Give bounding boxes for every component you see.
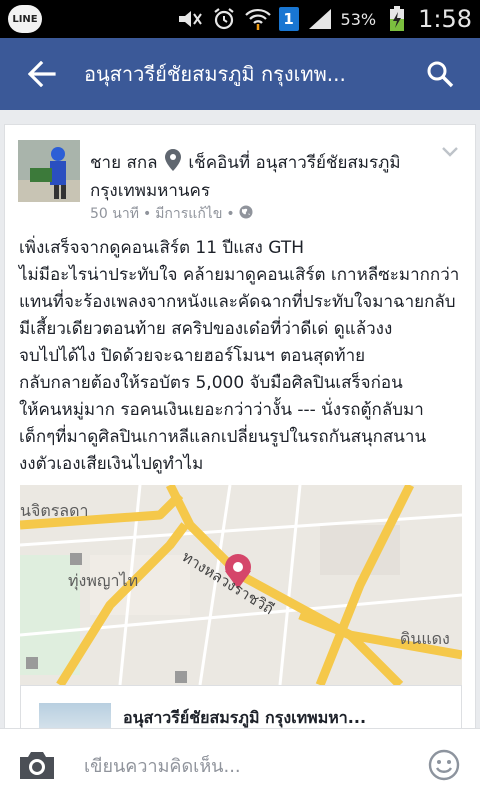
public-globe-icon [239, 205, 253, 223]
map-label-area: ดินแดง [400, 629, 450, 648]
author-avatar[interactable] [18, 140, 80, 202]
back-button[interactable] [0, 38, 84, 110]
post-text-line: งงตัวเองเสียเงินไปดูทำไม [19, 454, 204, 474]
status-icons: 1 53% 1:58 [177, 0, 472, 38]
app-bar: อนุสาวรีย์ชัยสมรภูมิ กรุงเทพ... [0, 38, 480, 110]
battery-charging-icon [384, 6, 410, 31]
post-text-line: กลับกลายต้องให้รอบัตร 5,000 จับมือศิลปิน… [19, 373, 403, 393]
separator-dot: • [226, 206, 235, 222]
comment-input[interactable] [84, 751, 404, 781]
camera-button[interactable] [18, 749, 56, 785]
checkin-city[interactable]: กรุงเทพมหานคร [90, 181, 210, 201]
sticker-button[interactable] [428, 749, 460, 785]
clock: 1:58 [418, 5, 472, 33]
location-pin-icon [164, 149, 181, 179]
post-text-line: ให้คนหมู่มาก รอคนเงินเยอะกว่าว่างั้น ---… [19, 400, 424, 420]
post-time[interactable]: 50 นาที [90, 203, 139, 225]
comment-bar [0, 728, 480, 800]
post-header: ชาย สกล เช็คอินที่ อนุสาวรีย์ชัยสมรภูมิ … [90, 149, 430, 204]
line-app-icon: LINE [8, 5, 42, 33]
signal-icon [307, 7, 333, 31]
post-text-line: เพิ่งเสร็จจากดูคอนเสิร์ต 11 ปีแสง GTH [19, 238, 304, 258]
camera-icon [20, 752, 54, 779]
post-body: เพิ่งเสร็จจากดูคอนเสิร์ต 11 ปีแสง GTH ไม… [19, 235, 469, 478]
post-text-line: เด็กๆที่มาดูศิลปินเกาหลีแลกเปลี่ยนรูปในร… [19, 427, 427, 447]
post-text-line: ไม่มีอะไรน่าประทับใจ คล้ายมาดูคอนเสิร์ต … [19, 265, 460, 285]
edited-label[interactable]: มีการแก้ไข [155, 203, 222, 225]
map-label-area: นจิตรลดา [20, 501, 89, 520]
mute-icon [177, 7, 203, 31]
location-map[interactable]: นจิตรลดา ทุ่งพญาไท ทางหลวงราชวิถี ดินแดง [20, 485, 462, 685]
search-icon [427, 61, 454, 88]
notification-badge: 1 [278, 7, 299, 31]
post-text-line: มีเสี้ยวเดียวตอนท้าย สคริปของเด๋อที่ว่าด… [19, 319, 393, 339]
status-bar: LINE 1 53% 1:58 [0, 0, 480, 38]
post-meta: 50 นาที • มีการแก้ไข • [90, 203, 253, 225]
post-card: ชาย สกล เช็คอินที่ อนุสาวรีย์ชัยสมรภูมิ … [4, 124, 476, 747]
post-text-line: จบไปได้ไง ปิดด้วยจะฉายฮอร์โมนฯ ตอนสุดท้า… [19, 346, 366, 366]
smiley-icon [428, 749, 460, 781]
page-title: อนุสาวรีย์ชัยสมรภูมิ กรุงเทพ... [84, 62, 346, 86]
author-name[interactable]: ชาย สกล [90, 153, 158, 173]
post-text-line: แทนที่จะร้องเพลงจากหนังและคัดฉากที่ประทั… [19, 292, 456, 312]
map-label-area: ทุ่งพญาไท [68, 571, 139, 590]
back-arrow-icon [28, 61, 56, 87]
separator-dot: • [142, 206, 152, 222]
post-options-button[interactable] [441, 143, 459, 162]
wifi-icon [244, 7, 271, 31]
chevron-down-icon [442, 147, 458, 157]
alarm-icon [211, 7, 237, 31]
checkin-text[interactable]: เช็คอินที่ อนุสาวรีย์ชัยสมรภูมิ [188, 153, 400, 173]
battery-percent: 53% [340, 9, 377, 29]
search-button[interactable] [400, 38, 480, 110]
